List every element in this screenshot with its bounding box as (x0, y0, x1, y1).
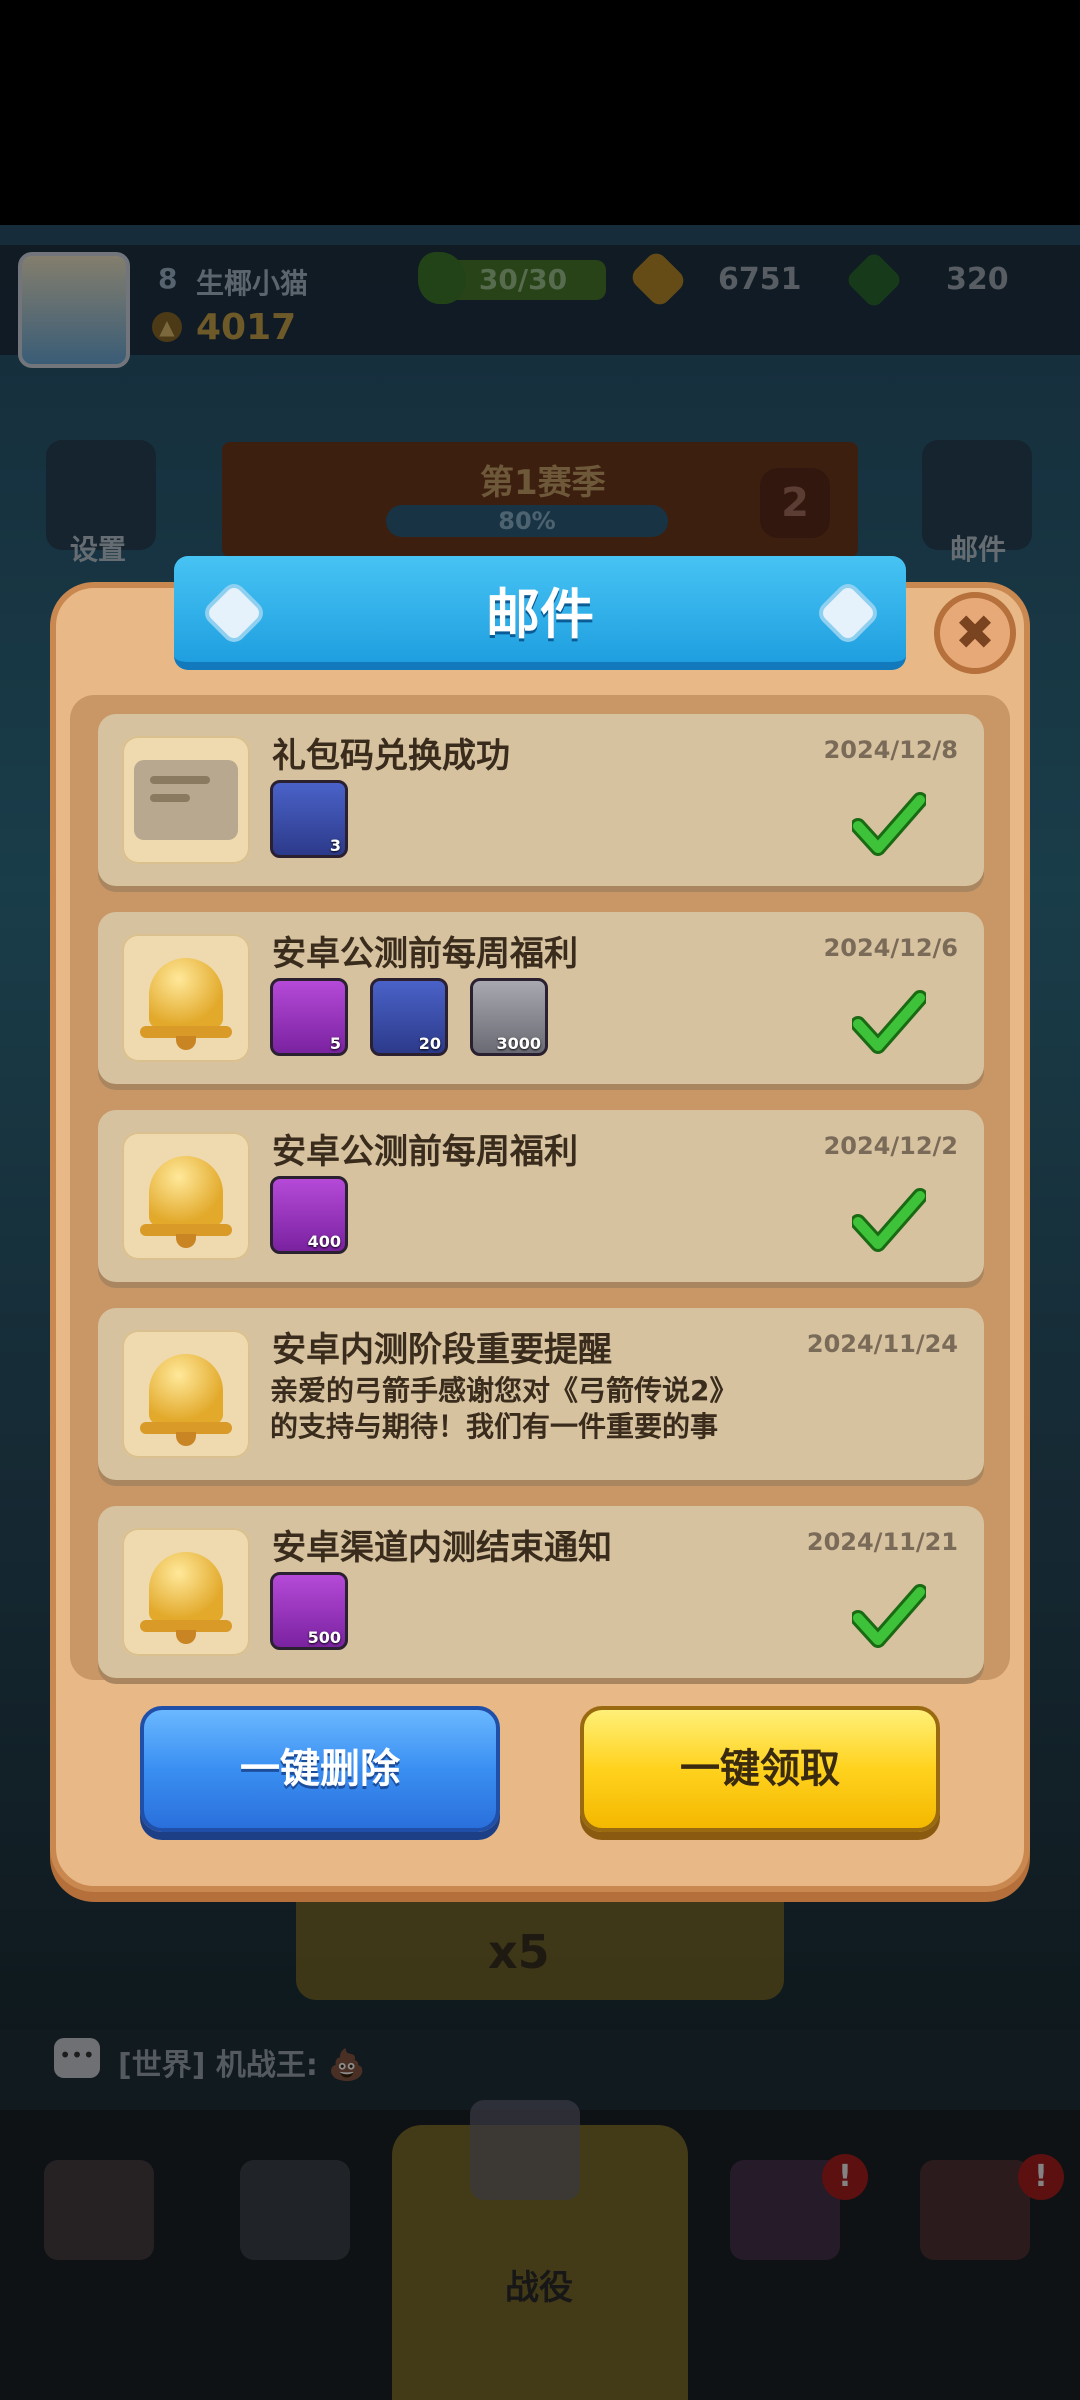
gem-icon[interactable]: 400 (270, 1176, 348, 1254)
mail-title: 安卓内测阶段重要提醒 (272, 1330, 612, 1370)
scroll-icon[interactable]: 20 (370, 978, 448, 1056)
mail-title: 安卓公测前每周福利 (272, 1132, 578, 1172)
envelope-line (150, 794, 190, 802)
mail-title: 礼包码兑换成功 (272, 736, 510, 776)
bell-icon (149, 1354, 223, 1424)
reward-qty: 500 (307, 1628, 341, 1647)
reward-qty: 400 (307, 1232, 341, 1251)
reward-qty: 5 (329, 1034, 341, 1053)
mail-date: 2024/12/2 (823, 1132, 958, 1160)
mail-date: 2024/11/24 (806, 1330, 958, 1358)
golden-key-icon[interactable]: 5 (270, 978, 348, 1056)
bell-icon (149, 1156, 223, 1226)
claim-all-button[interactable]: 一键领取 (580, 1706, 940, 1832)
coin-icon[interactable]: 3000 (470, 978, 548, 1056)
key-icon[interactable]: 3 (270, 780, 348, 858)
claimed-check-icon (852, 1584, 926, 1648)
mail-title: 安卓公测前每周福利 (272, 934, 578, 974)
envelope-line (150, 776, 210, 784)
claimed-check-icon (852, 1188, 926, 1252)
mail-date: 2024/12/8 (823, 736, 958, 764)
close-button[interactable]: ✖ (934, 592, 1016, 674)
gem-icon[interactable]: 500 (270, 1572, 348, 1650)
delete-all-button[interactable]: 一键删除 (140, 1706, 500, 1832)
claimed-check-icon (852, 990, 926, 1054)
reward-qty: 3000 (496, 1034, 541, 1053)
mail-date: 2024/11/21 (806, 1528, 958, 1556)
reward-qty: 3 (329, 836, 341, 855)
mail-title: 安卓渠道内测结束通知 (272, 1528, 612, 1568)
bell-icon (149, 1552, 223, 1622)
mail-dialog-title: 邮件 (486, 583, 594, 646)
mail-preview-line: 的支持与期待！我们有一件重要的事 (270, 1410, 719, 1443)
claimed-check-icon (852, 792, 926, 856)
mail-date: 2024/12/6 (823, 934, 958, 962)
bell-icon (149, 958, 223, 1028)
reward-qty: 20 (418, 1034, 441, 1053)
